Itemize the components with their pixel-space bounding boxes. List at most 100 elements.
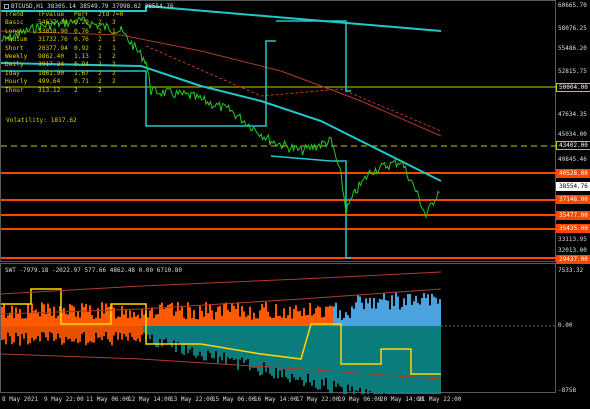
swt-indicator-canvas[interactable] — [1, 264, 557, 394]
info-cell: 7=0 — [112, 11, 124, 18]
swt-indicator-pane[interactable]: SWT -7979.18 -2022.97 577.66 4862.48 0.0… — [0, 263, 557, 394]
swt-hist-bar-up — [273, 317, 275, 326]
swt-hist-bar-up — [207, 313, 209, 326]
chart-title: BTCUSD,H1 38305.14 38549.79 37998.62 385… — [11, 3, 174, 10]
price-axis-label: 52815.75 — [558, 68, 587, 75]
time-axis[interactable]: 8 May 2021 9 May 22:00 11 May 06:00 12 May … — [0, 393, 556, 409]
price-chart-pane[interactable]: BTCUSD,H1 38305.14 38549.79 37998.62 385… — [0, 0, 557, 262]
info-cell: Weekly — [5, 53, 28, 61]
info-cell: 2td — [98, 11, 110, 18]
swt-hist-bar-up — [231, 303, 233, 326]
swt-hist-bar-down — [311, 326, 313, 386]
swt-hist-bar-down — [73, 326, 75, 342]
time-axis-label: 21 May 22:00 — [418, 396, 462, 403]
swt-hist-bar-up — [351, 306, 353, 326]
swt-hist-bar-up — [129, 310, 131, 326]
swt-hist-bar-down — [215, 326, 217, 352]
swt-hist-bar-down — [365, 326, 367, 390]
swt-hist-bar-down — [19, 326, 21, 346]
swt-hist-bar-up — [201, 310, 203, 326]
swt-hist-bar-up — [213, 319, 215, 326]
swt-hist-bar-down — [363, 326, 365, 394]
swt-hist-bar-up — [153, 317, 155, 326]
swt-hist-bar-up — [261, 303, 263, 326]
swt-hist-bar-down — [433, 326, 435, 394]
price-axis[interactable]: 60665.70 58076.25 55486.20 52815.75 50004.00… — [556, 0, 590, 394]
swt-hist-bar-up — [105, 303, 107, 326]
swt-hist-bar-up — [391, 295, 393, 326]
swt-hist-bar-down — [153, 326, 155, 344]
info-cell: 0.94 — [74, 61, 89, 69]
swt-hist-bar-down — [303, 326, 305, 386]
info-cell: 1 — [112, 27, 116, 35]
info-cell: 2 — [98, 69, 102, 77]
swt-hist-bar-down — [325, 326, 327, 379]
swt-hist-bar-up — [83, 307, 85, 326]
time-axis-label: 15 May 06:00 — [212, 396, 256, 403]
info-row: Ihour 313.12 2 2 — [5, 87, 124, 95]
swt-hist-bar-up — [35, 309, 37, 326]
swt-hist-bar-down — [407, 326, 409, 394]
swt-hist-bar-up — [29, 312, 31, 326]
swt-hist-bar-up — [195, 319, 197, 326]
info-cell: 1 — [112, 44, 116, 52]
info-cell: 31732.76 — [38, 36, 68, 44]
swt-hist-bar-down — [247, 326, 249, 359]
swt-hist-bar-down — [377, 326, 379, 394]
swt-hist-bar-down — [263, 326, 265, 363]
swt-hist-bar-down — [47, 326, 49, 341]
swt-hist-bar-up — [71, 305, 73, 326]
swt-hist-bar-down — [195, 326, 197, 358]
swt-hist-bar-up — [149, 310, 151, 326]
info-cell: 2 — [98, 36, 102, 44]
swt-hist-bar-down — [3, 326, 5, 340]
info-cell: 2 — [98, 78, 102, 86]
swt-hist-bar-up — [115, 318, 117, 326]
swt-hist-bar-down — [91, 326, 93, 343]
info-cell: 0.76 — [74, 27, 89, 35]
swt-hist-bar-down — [113, 326, 115, 336]
swt-hist-bar-up — [177, 302, 179, 326]
time-axis-label: 20 May 14:00 — [380, 396, 424, 403]
info-cell: Trend — [5, 11, 24, 18]
swt-hist-bar-down — [41, 326, 43, 333]
swt-hist-bar-up — [47, 303, 49, 326]
swt-hist-bar-down — [241, 326, 243, 358]
swt-hist-bar-up — [357, 294, 359, 326]
swt-hist-bar-up — [209, 304, 211, 326]
swt-hist-bar-up — [293, 309, 295, 326]
swt-hist-bar-down — [123, 326, 125, 335]
swt-hist-bar-down — [289, 326, 291, 383]
swt-hist-bar-up — [285, 318, 287, 326]
info-cell: 2 — [98, 19, 102, 27]
swt-hist-bar-down — [393, 326, 395, 394]
swt-hist-bar-down — [187, 326, 189, 353]
swt-hist-bar-down — [107, 326, 109, 340]
swt-hist-bar-up — [435, 297, 437, 326]
swt-hist-bar-down — [267, 326, 269, 368]
info-cell: 2 — [98, 86, 102, 94]
swt-hist-bar-down — [103, 326, 105, 337]
swt-hist-bar-down — [83, 326, 85, 333]
swt-hist-bar-up — [345, 312, 347, 326]
swt-hist-bar-up — [395, 292, 397, 326]
chart-window-icon — [4, 4, 9, 9]
swt-hist-bar-down — [257, 326, 259, 372]
swt-hist-bar-down — [235, 326, 237, 360]
swt-hist-bar-down — [281, 326, 283, 378]
swt-hist-bar-up — [347, 315, 349, 326]
swt-hist-bar-up — [31, 303, 33, 326]
swt-hist-bar-up — [141, 308, 143, 326]
swt-hist-bar-down — [101, 326, 103, 341]
swt-hist-bar-up — [93, 319, 95, 326]
swt-hist-bar-up — [117, 316, 119, 326]
swt-hist-bar-down — [313, 326, 315, 381]
swt-hist-bar-up — [225, 302, 227, 326]
swt-hist-bar-up — [3, 304, 5, 326]
swt-hist-bar-up — [101, 302, 103, 326]
swt-hist-bar-up — [127, 318, 129, 326]
swt-hist-bar-up — [369, 297, 371, 326]
swt-hist-bar-down — [147, 326, 149, 335]
info-cell: 0.29 — [74, 19, 89, 27]
swt-hist-bar-down — [285, 326, 287, 378]
